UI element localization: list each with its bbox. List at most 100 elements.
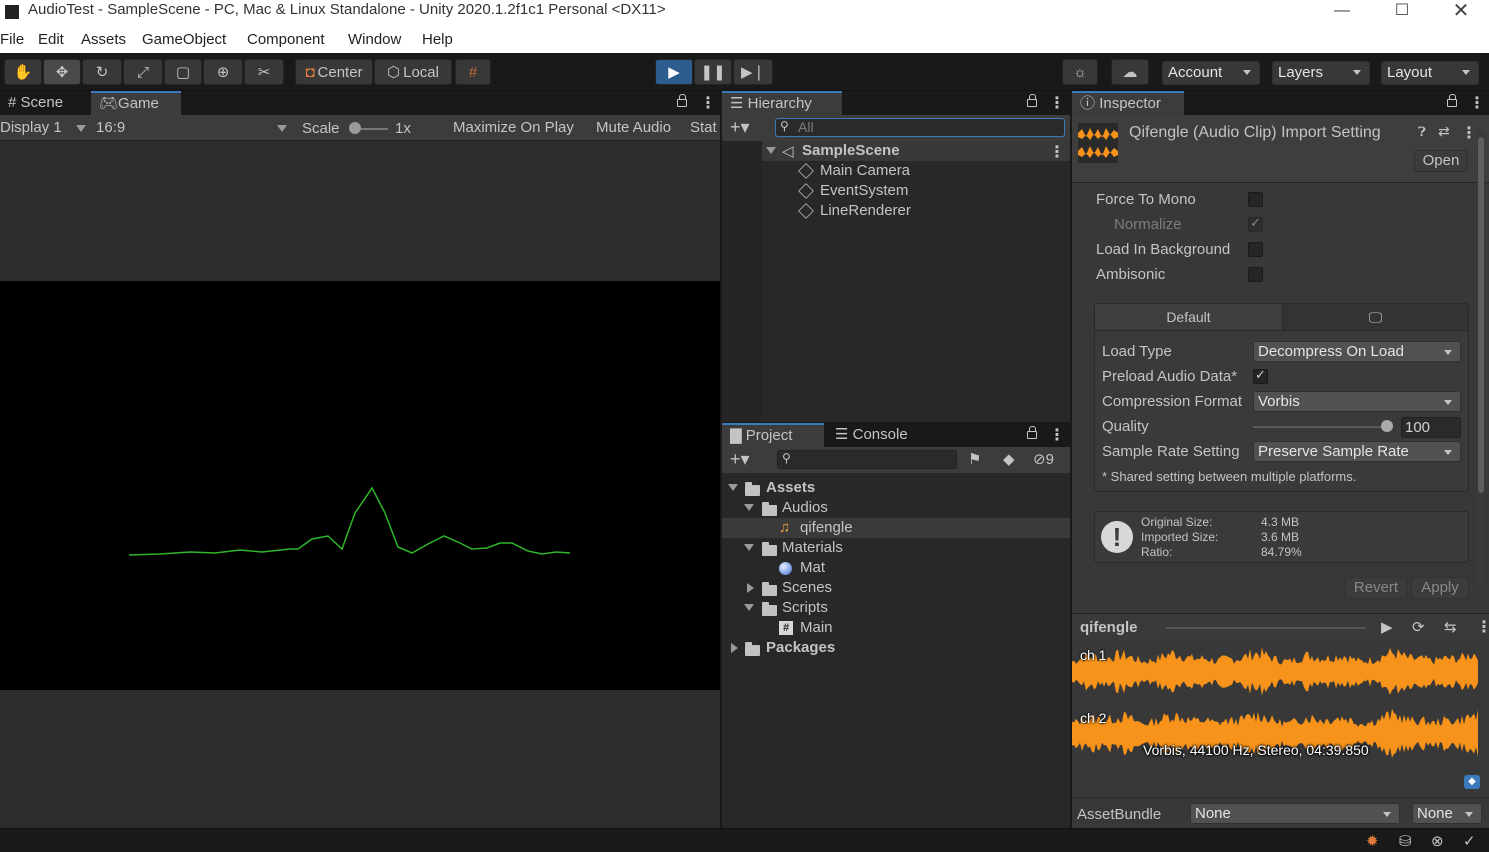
cloud-icon[interactable]: ☁ (1111, 59, 1149, 85)
preview-play-icon[interactable]: ▶ (1381, 618, 1393, 636)
quality-slider[interactable] (1253, 426, 1389, 428)
kebab-menu-icon[interactable]: ⋮ (1461, 123, 1477, 143)
layers-dropdown[interactable]: Layers (1272, 61, 1370, 85)
rotate-tool-icon[interactable]: ↻ (82, 59, 122, 85)
add-object-button[interactable]: +▾ (730, 117, 750, 138)
minimize-button[interactable]: — (1319, 0, 1365, 26)
menu-assets[interactable]: Assets (81, 31, 126, 48)
filter-by-label-icon[interactable]: ◆ (1003, 450, 1015, 468)
tree-item-materials[interactable]: Materials (722, 538, 1070, 558)
tab-platform-default[interactable]: Default (1095, 304, 1282, 331)
loop-icon[interactable]: ⇆ (1444, 618, 1457, 636)
display-dropdown[interactable]: Display 1 (0, 119, 62, 136)
hierarchy-item[interactable]: LineRenderer (782, 201, 1062, 221)
assetbundle-variant-dropdown[interactable]: None (1412, 803, 1482, 824)
tab-platform-standalone[interactable]: 🖵︎ (1282, 304, 1468, 331)
close-button[interactable]: ✕ (1438, 0, 1484, 26)
lock-icon[interactable] (677, 94, 687, 107)
filter-by-type-icon[interactable]: ⚑ (968, 450, 981, 468)
tab-hierarchy[interactable]: ☰ Hierarchy (722, 91, 842, 115)
tree-item-scripts[interactable]: Scripts (722, 598, 1070, 618)
label-tag-icon[interactable]: ◆ (1464, 775, 1480, 789)
tree-item-qifengle[interactable]: ♫ qifengle (722, 518, 1070, 538)
menu-edit[interactable]: Edit (38, 31, 64, 48)
layout-dropdown[interactable]: Layout (1381, 61, 1479, 85)
hierarchy-search-input[interactable]: ⚲ All (775, 118, 1065, 137)
tab-project[interactable]: ▇ Project (722, 423, 824, 447)
rect-tool-icon[interactable]: ▢ (164, 59, 202, 85)
tree-item-audios[interactable]: Audios (722, 498, 1070, 518)
tree-item-main[interactable]: # Main (722, 618, 1070, 638)
lock-icon[interactable] (1027, 426, 1037, 439)
force-to-mono-checkbox[interactable] (1248, 192, 1263, 207)
pivot-center-button[interactable]: ◘ Center (295, 59, 373, 85)
sample-rate-dropdown[interactable]: Preserve Sample Rate (1253, 441, 1461, 462)
tree-item-scenes[interactable]: Scenes (722, 578, 1070, 598)
menu-component[interactable]: Component (247, 31, 325, 48)
pivot-local-button[interactable]: ⬡ Local (374, 59, 452, 85)
pause-button[interactable]: ❚❚ (694, 59, 732, 85)
menu-gameobject[interactable]: GameObject (142, 31, 226, 48)
revert-button[interactable]: Revert (1345, 577, 1407, 599)
lock-icon[interactable] (1447, 94, 1457, 107)
menu-file[interactable]: File (0, 31, 24, 48)
maximize-button[interactable]: ☐ (1379, 0, 1425, 26)
kebab-menu-icon[interactable]: ⋮ (1476, 617, 1489, 637)
quality-input[interactable]: 100 (1401, 417, 1461, 438)
help-icon[interactable]: ❓︎ (1418, 124, 1426, 140)
menu-window[interactable]: Window (348, 31, 401, 48)
grid-snap-icon[interactable]: # (455, 59, 491, 85)
normalize-checkbox[interactable] (1248, 215, 1263, 232)
project-search-input[interactable]: ⚲ (777, 450, 957, 469)
maximize-on-play-toggle[interactable]: Maximize On Play (453, 119, 574, 136)
assetbundle-dropdown[interactable]: None (1190, 803, 1400, 824)
inspector-scrollbar-thumb[interactable] (1478, 137, 1484, 493)
scene-row[interactable]: ◁ SampleScene ⋮ (762, 141, 1070, 161)
tab-console[interactable]: ☰ Console (827, 423, 916, 447)
kebab-menu-icon[interactable]: ⋮ (1469, 93, 1485, 113)
transform-tool-icon[interactable]: ⊕ (203, 59, 243, 85)
ambisonic-checkbox[interactable] (1248, 267, 1263, 282)
waveform-preview[interactable]: ch 1 ch 2 Vorbis, 44100 Hz, Stereo, 04:3… (1072, 641, 1489, 769)
load-in-background-checkbox[interactable] (1248, 242, 1263, 257)
step-button[interactable]: ▶❘ (733, 59, 773, 85)
progress-icon[interactable]: ⛁ (1399, 832, 1412, 850)
lock-icon[interactable] (1027, 94, 1037, 107)
hierarchy-item[interactable]: Main Camera (782, 161, 1062, 181)
move-tool-icon[interactable]: ✥ (43, 59, 81, 85)
bug-icon[interactable]: ✹ (1366, 832, 1379, 850)
tab-game[interactable]: 🎮︎Game (91, 91, 181, 115)
tree-item-assets[interactable]: Assets (722, 478, 1070, 498)
mute-audio-toggle[interactable]: Mute Audio (596, 119, 671, 136)
presets-icon[interactable]: ⇄ (1438, 123, 1450, 140)
tree-item-packages[interactable]: Packages (722, 638, 1070, 658)
load-type-dropdown[interactable]: Decompress On Load (1253, 341, 1461, 362)
aspect-dropdown[interactable]: 16:9 (96, 119, 125, 136)
tree-item-mat[interactable]: Mat (722, 558, 1070, 578)
auto-generate-lighting-icon[interactable]: ⊗ (1431, 832, 1444, 850)
account-dropdown[interactable]: Account (1162, 61, 1260, 85)
tab-scene[interactable]: # Scene (0, 91, 71, 115)
apply-button[interactable]: Apply (1411, 577, 1469, 599)
scale-slider-thumb[interactable] (349, 122, 361, 134)
inspector-scrollbar[interactable] (1477, 131, 1485, 591)
preload-audio-data-checkbox[interactable] (1253, 367, 1268, 384)
quality-slider-thumb[interactable] (1381, 420, 1393, 432)
menu-help[interactable]: Help (422, 31, 453, 48)
check-icon[interactable]: ✓ (1463, 832, 1476, 850)
kebab-menu-icon[interactable]: ⋮ (1049, 142, 1065, 162)
hidden-packages-toggle[interactable]: ⊘9 (1033, 450, 1054, 468)
preview-resize-handle[interactable] (1166, 627, 1366, 629)
kebab-menu-icon[interactable]: ⋮ (1049, 425, 1065, 445)
compression-format-dropdown[interactable]: Vorbis (1253, 391, 1461, 412)
hand-tool-icon[interactable]: ✋ (4, 59, 42, 85)
collab-icon[interactable]: ☼ (1062, 59, 1098, 85)
kebab-menu-icon[interactable]: ⋮ (700, 93, 716, 113)
tab-inspector[interactable]: ⓘ Inspector (1072, 91, 1184, 115)
scale-tool-icon[interactable]: ⤢ (123, 59, 163, 85)
open-button[interactable]: Open (1414, 150, 1468, 172)
hierarchy-item[interactable]: EventSystem (782, 181, 1062, 201)
stats-toggle[interactable]: Stat (690, 119, 717, 136)
game-viewport[interactable] (0, 281, 720, 690)
auto-play-icon[interactable]: ⟳ (1412, 618, 1425, 636)
